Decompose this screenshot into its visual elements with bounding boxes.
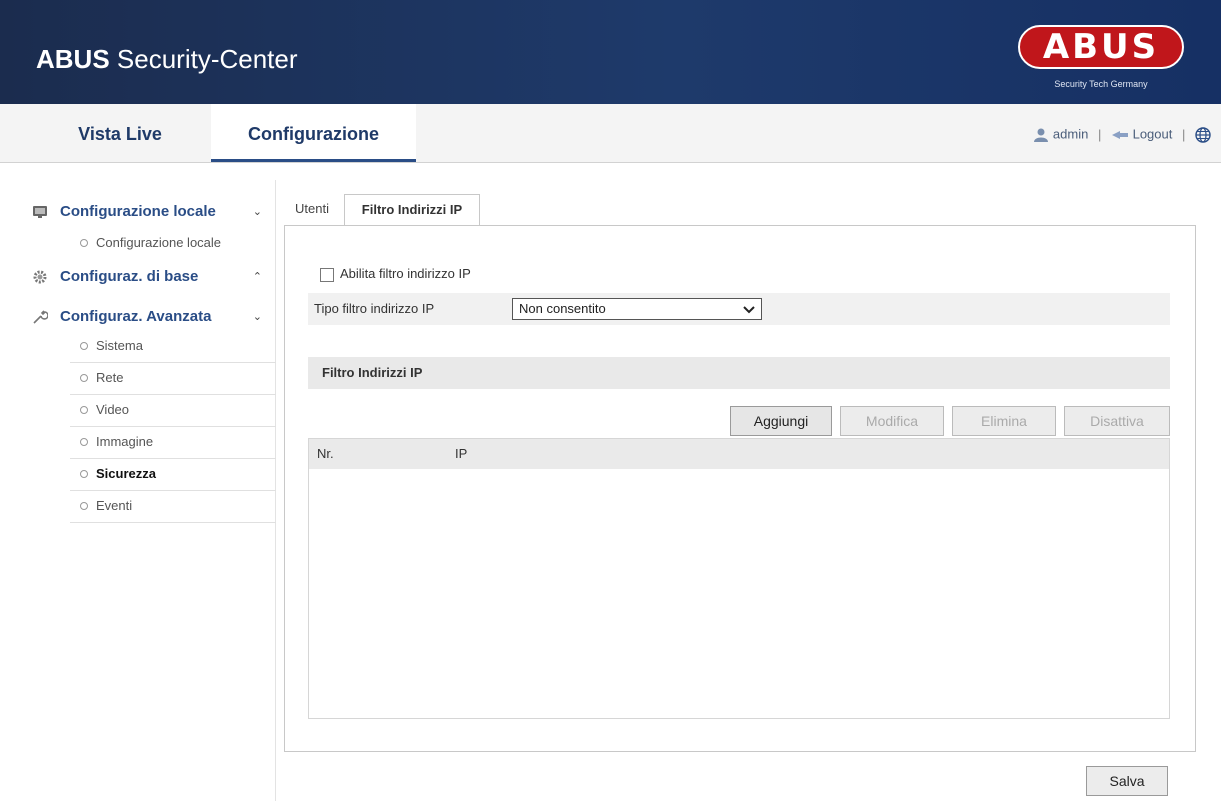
sidebar-item-configurazione-locale[interactable]: Configurazione locale bbox=[70, 228, 276, 259]
filter-type-value: Non consentito bbox=[519, 301, 606, 316]
user-area: admin | Logout | bbox=[1033, 104, 1211, 162]
sidebar-section-label: Configuraz. Avanzata bbox=[60, 308, 212, 325]
username-link[interactable]: admin bbox=[1053, 127, 1088, 142]
sidebar-item-sistema[interactable]: Sistema bbox=[70, 331, 276, 363]
bullet-icon bbox=[80, 406, 88, 414]
column-header-ip: IP bbox=[455, 446, 468, 461]
app-title: ABUS Security-Center bbox=[36, 44, 298, 74]
add-button[interactable]: Aggiungi bbox=[730, 406, 832, 436]
sidebar-item-rete[interactable]: Rete bbox=[70, 363, 276, 395]
disable-button[interactable]: Disattiva bbox=[1064, 406, 1170, 436]
tab-utenti[interactable]: Utenti bbox=[284, 194, 340, 226]
sidebar-item-label: Rete bbox=[96, 370, 124, 385]
bullet-icon bbox=[80, 438, 88, 446]
sidebar-item-eventi[interactable]: Eventi bbox=[70, 491, 276, 523]
sidebar: Configurazione locale ⌄ Configurazione l… bbox=[24, 194, 276, 523]
app-header: ABUS Security-Center ABUS Security Tech … bbox=[0, 0, 1221, 104]
sidebar-section-label: Configuraz. di base bbox=[60, 268, 199, 285]
sidebar-item-label: Sistema bbox=[96, 338, 143, 353]
separator: | bbox=[1181, 126, 1186, 142]
abus-logo: ABUS Security Tech Germany bbox=[1018, 25, 1186, 97]
bullet-icon bbox=[80, 374, 88, 382]
sidebar-item-video[interactable]: Video bbox=[70, 395, 276, 427]
ip-filter-table: Nr. IP bbox=[308, 438, 1170, 719]
chevron-down-icon bbox=[743, 299, 755, 326]
save-button[interactable]: Salva bbox=[1086, 766, 1168, 796]
tab-filtro-indirizzi-ip[interactable]: Filtro Indirizzi IP bbox=[344, 194, 480, 226]
abus-logo-mark: ABUS bbox=[1018, 25, 1184, 69]
sidebar-section-label: Configurazione locale bbox=[60, 203, 216, 220]
sidebar-item-label: Video bbox=[96, 402, 130, 417]
wrench-icon bbox=[33, 310, 48, 324]
gear-icon bbox=[33, 270, 47, 284]
bullet-icon bbox=[80, 470, 88, 478]
filter-type-select[interactable]: Non consentito bbox=[512, 298, 762, 320]
enable-ip-filter-label: Abilita filtro indirizzo IP bbox=[340, 266, 471, 281]
monitor-icon bbox=[33, 206, 47, 218]
sidebar-item-label: Configurazione locale bbox=[96, 235, 222, 250]
sidebar-item-label: Sicurezza bbox=[96, 466, 156, 481]
filter-type-row: Tipo filtro indirizzo IP Non consentito bbox=[308, 293, 1170, 325]
sidebar-item-sicurezza[interactable]: Sicurezza bbox=[70, 459, 276, 491]
main-nav: Vista Live Configurazione admin | Logout… bbox=[0, 104, 1221, 163]
chevron-down-icon[interactable]: ⌄ bbox=[253, 299, 262, 335]
separator: | bbox=[1097, 126, 1102, 142]
sidebar-item-label: Eventi bbox=[96, 498, 133, 513]
tab-vista-live[interactable]: Vista Live bbox=[30, 104, 210, 162]
bullet-icon bbox=[80, 342, 88, 350]
delete-button[interactable]: Elimina bbox=[952, 406, 1056, 436]
tab-configurazione[interactable]: Configurazione bbox=[211, 104, 416, 162]
bullet-icon bbox=[80, 239, 88, 247]
logout-link[interactable]: Logout bbox=[1133, 127, 1173, 142]
abus-logo-tagline: Security Tech Germany bbox=[1054, 79, 1148, 89]
filter-type-label: Tipo filtro indirizzo IP bbox=[314, 301, 435, 316]
chevron-up-icon[interactable]: ⌃ bbox=[253, 259, 262, 295]
sidebar-item-label: Immagine bbox=[96, 434, 154, 449]
chevron-down-icon[interactable]: ⌄ bbox=[253, 194, 262, 230]
user-icon bbox=[1034, 128, 1049, 142]
logout-icon[interactable] bbox=[1111, 129, 1129, 141]
table-header: Nr. IP bbox=[309, 439, 1169, 469]
globe-icon[interactable] bbox=[1195, 126, 1211, 143]
sidebar-section-basic[interactable]: Configuraz. di base ⌃ bbox=[24, 259, 276, 299]
column-header-nr: Nr. bbox=[317, 446, 334, 461]
section-title: Filtro Indirizzi IP bbox=[308, 357, 1170, 389]
sidebar-item-immagine[interactable]: Immagine bbox=[70, 427, 276, 459]
edit-button[interactable]: Modifica bbox=[840, 406, 944, 436]
bullet-icon bbox=[80, 502, 88, 510]
enable-ip-filter-checkbox[interactable] bbox=[320, 268, 334, 282]
